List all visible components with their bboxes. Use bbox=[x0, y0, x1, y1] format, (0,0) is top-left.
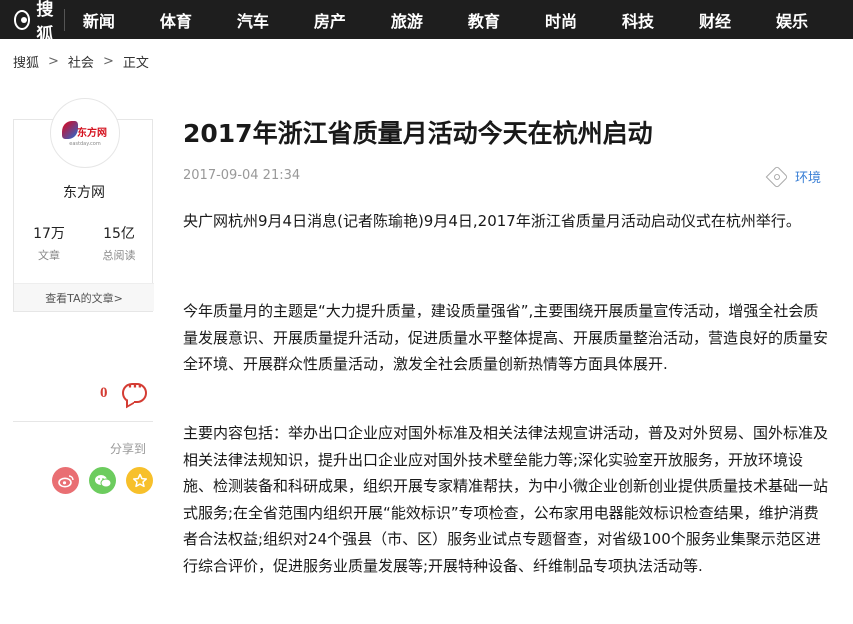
comment-icon[interactable] bbox=[121, 380, 147, 403]
nav-items: 新闻 体育 汽车 房产 旅游 教育 时尚 科技 财经 娱乐 bbox=[83, 0, 853, 39]
nav-divider bbox=[64, 8, 65, 31]
articles-count: 17万 bbox=[33, 226, 65, 242]
article-paragraph: 今年质量月的主题是“大力提升质量，建设质量强省”,主要围绕开展质量宣传活动，增强… bbox=[183, 302, 829, 373]
breadcrumb-current: 正文 bbox=[122, 56, 149, 71]
stat-articles: 17万 文章 bbox=[14, 223, 84, 263]
stat-reads: 15亿 总阅读 bbox=[84, 223, 154, 263]
article-title: 2017年浙江省质量月活动今天在杭州启动 bbox=[183, 119, 653, 148]
articles-label: 文章 bbox=[38, 249, 60, 262]
wechat-icon[interactable] bbox=[89, 467, 116, 494]
favorite-icon[interactable] bbox=[126, 467, 153, 494]
eastday-logo-icon: 东方网 bbox=[62, 119, 108, 143]
article-datetime: 2017-09-04 21:34 bbox=[183, 168, 301, 183]
breadcrumb-separator: > bbox=[102, 54, 114, 69]
star-glyph bbox=[132, 473, 147, 487]
nav-item-education[interactable]: 教育 bbox=[468, 8, 500, 32]
breadcrumb-separator: > bbox=[48, 54, 59, 69]
author-card: 东方网 eastday.com 东方网 17万 文章 15亿 总阅读 查看TA的… bbox=[13, 98, 154, 312]
comment-count[interactable]: 0 bbox=[100, 385, 108, 402]
reads-count: 15亿 bbox=[103, 226, 135, 242]
sidebar-divider bbox=[13, 421, 153, 422]
wechat-glyph bbox=[94, 474, 111, 487]
breadcrumb-home[interactable]: 搜狐 bbox=[13, 52, 39, 71]
share-label: 分享到 bbox=[110, 442, 147, 456]
brand-name: 搜狐 bbox=[36, 0, 55, 39]
nav-item-news[interactable]: 新闻 bbox=[83, 8, 115, 32]
breadcrumb: 搜狐 > 社会 > 正文 bbox=[13, 52, 149, 71]
article-tag[interactable]: 环境 bbox=[765, 165, 821, 188]
nav-item-house[interactable]: 房产 bbox=[314, 8, 346, 32]
nav-item-sports[interactable]: 体育 bbox=[160, 8, 192, 32]
nav-item-tech[interactable]: 科技 bbox=[622, 8, 654, 32]
nav-item-travel[interactable]: 旅游 bbox=[391, 8, 423, 32]
share-icons bbox=[52, 467, 163, 494]
brand-logo[interactable]: 搜狐 bbox=[0, 0, 64, 39]
tag-label[interactable]: 环境 bbox=[795, 167, 821, 186]
sohu-logo-icon bbox=[14, 9, 31, 30]
author-avatar[interactable]: 东方网 eastday.com bbox=[50, 98, 120, 168]
view-author-articles-link[interactable]: 查看TA的文章> bbox=[14, 283, 154, 311]
nav-item-finance[interactable]: 财经 bbox=[699, 8, 731, 32]
top-nav: 搜狐 新闻 体育 汽车 房产 旅游 教育 时尚 科技 财经 娱乐 bbox=[0, 0, 853, 39]
nav-item-entertainment[interactable]: 娱乐 bbox=[776, 8, 808, 32]
logo-text: 东方网 bbox=[77, 128, 107, 139]
weibo-glyph bbox=[57, 474, 74, 487]
article-paragraph: 央广网杭州9月4日消息(记者陈瑜艳)9月4日,2017年浙江省质量月活动启动仪式… bbox=[183, 212, 801, 230]
breadcrumb-section[interactable]: 社会 bbox=[68, 52, 94, 71]
nav-item-fashion[interactable]: 时尚 bbox=[545, 8, 577, 32]
logo-swirl-icon bbox=[62, 121, 78, 139]
weibo-icon[interactable] bbox=[52, 467, 79, 494]
nav-item-auto[interactable]: 汽车 bbox=[237, 8, 269, 32]
comment-row[interactable]: 0 bbox=[100, 380, 147, 403]
reads-label: 总阅读 bbox=[102, 249, 136, 262]
article-paragraph: 主要内容包括：举办出口企业应对国外标准及相关法律法规宣讲活动，普及对外贸易、国外… bbox=[183, 424, 829, 575]
author-stats: 17万 文章 15亿 总阅读 bbox=[14, 223, 154, 263]
tag-icon bbox=[765, 165, 789, 188]
author-name[interactable]: 东方网 bbox=[14, 182, 154, 202]
